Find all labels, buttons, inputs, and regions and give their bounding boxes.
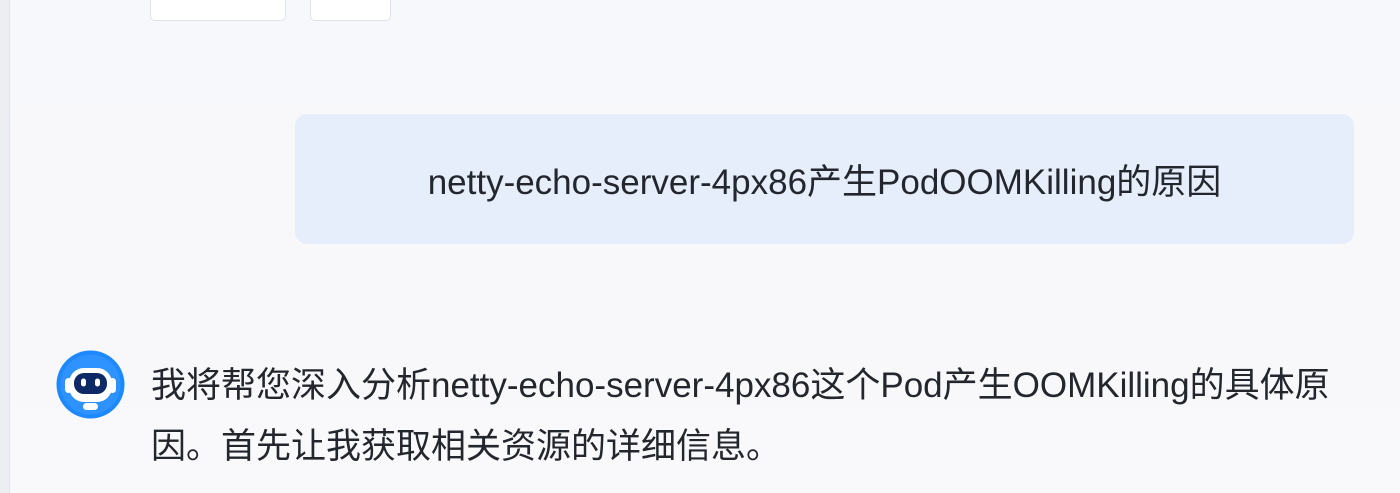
robot-icon bbox=[56, 350, 125, 419]
message-action-button-small[interactable] bbox=[310, 0, 391, 21]
user-message-bubble: netty-echo-server-4px86产生PodOOMKilling的原… bbox=[295, 114, 1354, 244]
left-panel-edge bbox=[0, 0, 10, 493]
user-message-text: netty-echo-server-4px86产生PodOOMKilling的原… bbox=[427, 162, 1222, 202]
message-action-button[interactable] bbox=[150, 0, 286, 21]
assistant-message-text: 我将帮您深入分析netty-echo-server-4px86这个Pod产生OO… bbox=[151, 366, 1330, 466]
